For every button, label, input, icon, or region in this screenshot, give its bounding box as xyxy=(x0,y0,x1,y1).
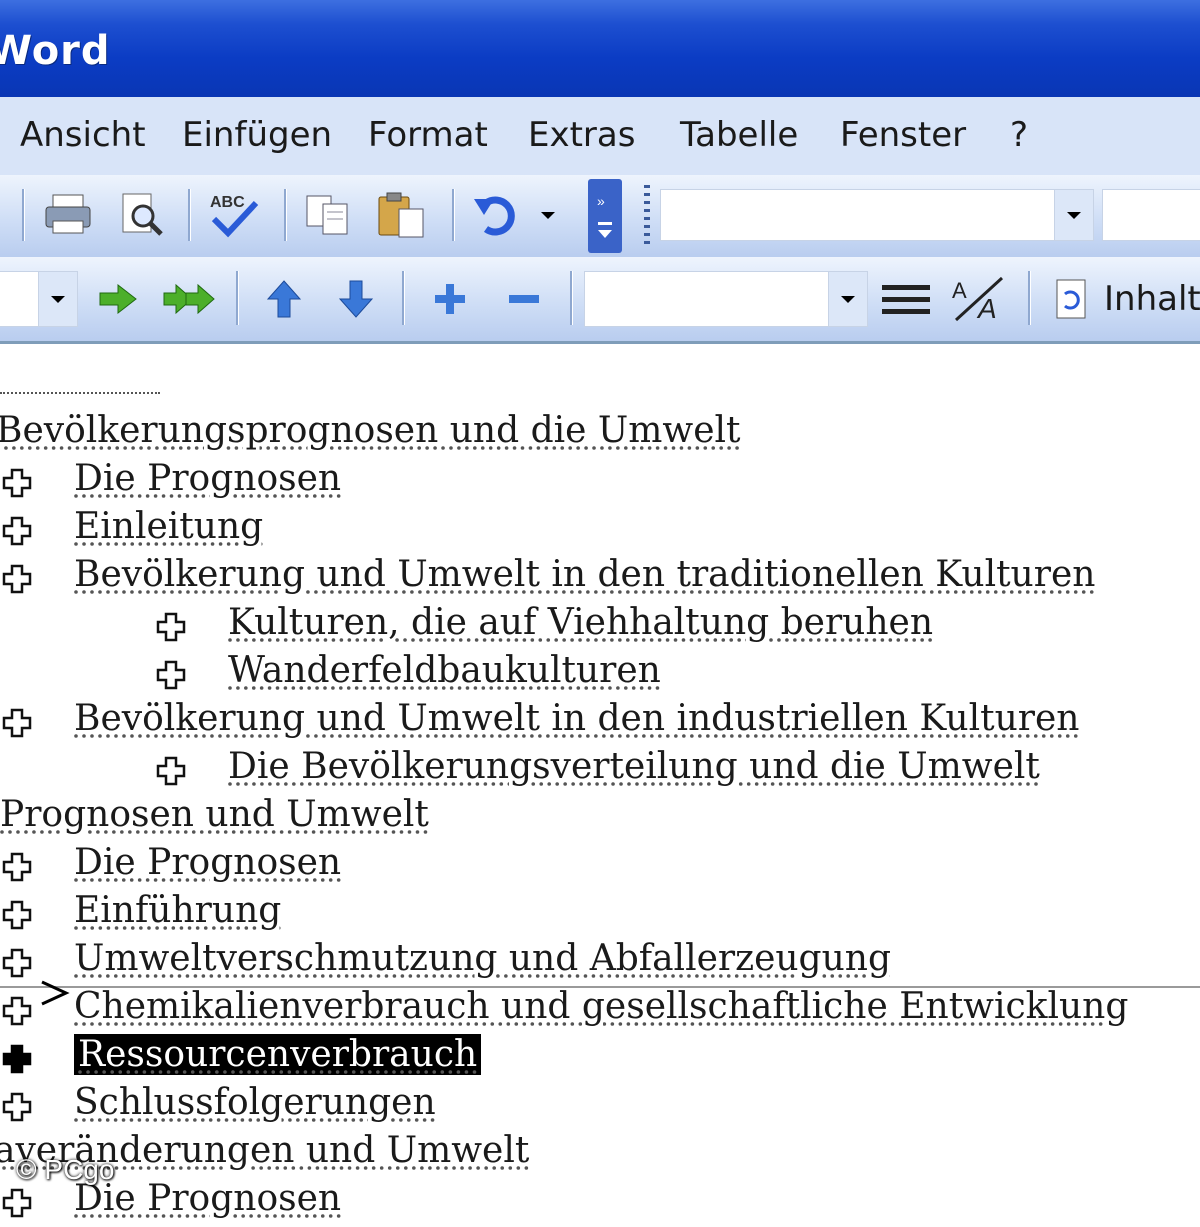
standard-toolbar: ABC » xyxy=(0,175,1200,257)
menu-ansicht[interactable]: Ansicht xyxy=(20,115,146,155)
document-outline: Bevölkerungsprognosen und die Umwelt Die… xyxy=(0,344,1200,1219)
outline-item[interactable]: Bevölkerung und Umwelt in den traditione… xyxy=(74,554,1095,595)
toolbar-separator xyxy=(284,189,287,241)
toolbar-separator xyxy=(236,271,239,325)
font-combo[interactable] xyxy=(660,189,1094,241)
menu-fenster[interactable]: Fenster xyxy=(840,115,966,155)
item-text: Umweltverschmutzung und Abfallerzeugung xyxy=(74,938,892,979)
undo-icon[interactable] xyxy=(468,187,524,243)
item-text: Bevölkerung und Umwelt in den industriel… xyxy=(74,698,1080,739)
outline-item[interactable]: Einleitung xyxy=(74,506,263,547)
outline-plus-icon[interactable] xyxy=(2,994,32,1026)
title-bar: Word xyxy=(0,0,1200,97)
collapse-minus-icon[interactable] xyxy=(498,273,550,325)
outline-item[interactable]: Wanderfeldbaukulturen xyxy=(228,650,661,691)
drag-arrow-icon xyxy=(40,974,70,1015)
paste-icon[interactable] xyxy=(372,185,432,245)
item-text: Bevölkerung und Umwelt in den traditione… xyxy=(74,554,1096,595)
toolbar-grip-icon[interactable] xyxy=(644,185,650,245)
item-text: Die Bevölkerungsverteilung und die Umwel… xyxy=(228,746,1040,787)
outline-plus-selected-icon[interactable] xyxy=(2,1042,32,1074)
item-text: Einleitung xyxy=(74,506,264,547)
menu-format[interactable]: Format xyxy=(368,115,488,155)
heading-text: Bevölkerungsprognosen und die Umwelt xyxy=(0,410,741,451)
update-toc-icon[interactable] xyxy=(1048,271,1094,327)
outline-item[interactable]: Die Prognosen xyxy=(74,458,341,499)
show-formatting-icon[interactable]: AA xyxy=(948,271,1012,327)
svg-text:A: A xyxy=(952,278,967,303)
update-toc-label[interactable]: Inhalts xyxy=(1104,279,1200,319)
svg-text:ABC: ABC xyxy=(210,194,245,211)
outline-plus-icon[interactable] xyxy=(2,898,32,930)
toolbar-separator xyxy=(570,271,573,325)
outline-plus-icon[interactable] xyxy=(2,466,32,498)
item-text: Die Prognosen xyxy=(74,458,342,499)
font-size-combo[interactable] xyxy=(1102,189,1200,241)
window-title: Word xyxy=(0,28,111,74)
move-down-arrow-icon[interactable] xyxy=(330,273,382,325)
toolbar-separator xyxy=(402,271,405,325)
move-up-arrow-icon[interactable] xyxy=(258,273,310,325)
outline-item[interactable]: Die Prognosen xyxy=(74,842,341,883)
toolbar-separator xyxy=(22,189,25,241)
outline-plus-icon[interactable] xyxy=(156,610,186,642)
chevron-down-icon[interactable] xyxy=(38,272,77,326)
outline-item[interactable]: Bevölkerung und Umwelt in den industriel… xyxy=(74,698,1080,739)
menu-help[interactable]: ? xyxy=(1010,115,1028,155)
item-text: Schlussfolgerungen xyxy=(74,1082,436,1123)
menu-extras[interactable]: Extras xyxy=(528,115,635,155)
undo-dropdown-chevron-down-icon[interactable] xyxy=(530,199,566,231)
item-text: Chemikalienverbrauch und gesellschaftlic… xyxy=(74,986,1129,1027)
outline-item[interactable]: Umweltverschmutzung und Abfallerzeugung xyxy=(74,938,891,979)
outline-plus-icon[interactable] xyxy=(2,514,32,546)
outline-plus-icon[interactable] xyxy=(2,1090,32,1122)
menu-tabelle[interactable]: Tabelle xyxy=(680,115,798,155)
outline-item[interactable]: Die Bevölkerungsverteilung und die Umwel… xyxy=(228,746,1040,787)
heading-text: Prognosen und Umwelt xyxy=(0,794,429,835)
demote-to-body-icon[interactable] xyxy=(160,273,222,325)
demote-arrow-icon[interactable] xyxy=(92,273,144,325)
outline-item[interactable]: Kulturen, die auf Viehhaltung beruhen xyxy=(228,602,933,643)
chevron-down-icon[interactable] xyxy=(828,272,867,326)
print-icon[interactable] xyxy=(40,187,96,243)
item-text: Wanderfeldbaukulturen xyxy=(228,650,661,691)
outline-item-selected[interactable]: Ressourcenverbrauch xyxy=(74,1034,482,1075)
item-text: Ressourcenverbrauch xyxy=(74,1034,482,1075)
print-preview-icon[interactable] xyxy=(114,187,170,243)
toolbar-separator xyxy=(452,189,455,241)
watermark: © PCgo xyxy=(16,1154,115,1185)
toolbar-overflow-icon[interactable]: » xyxy=(588,179,622,253)
copy-icon[interactable] xyxy=(300,187,356,243)
chevron-down-icon[interactable] xyxy=(1054,190,1093,240)
toolbar-separator xyxy=(1028,271,1031,325)
outline-item[interactable]: Schlussfolgerungen xyxy=(74,1082,436,1123)
svg-text:A: A xyxy=(976,293,997,324)
outline-item[interactable]: Chemikalienverbrauch und gesellschaftlic… xyxy=(74,986,1128,1027)
show-first-line-only-icon[interactable] xyxy=(876,273,936,325)
expand-plus-icon[interactable] xyxy=(424,273,476,325)
menu-einfuegen[interactable]: Einfügen xyxy=(182,115,332,155)
outline-plus-icon[interactable] xyxy=(156,754,186,786)
outline-plus-icon[interactable] xyxy=(2,946,32,978)
outline-heading[interactable]: Prognosen und Umwelt xyxy=(0,794,429,835)
show-level-combo[interactable] xyxy=(584,271,868,327)
style-combo[interactable] xyxy=(0,271,78,327)
menu-bar: Ansicht Einfügen Format Extras Tabelle F… xyxy=(0,97,1200,176)
item-text: Einführung xyxy=(74,890,282,931)
outline-plus-icon[interactable] xyxy=(2,562,32,594)
outline-plus-icon[interactable] xyxy=(2,706,32,738)
item-text: Die Prognosen xyxy=(74,842,342,883)
outline-plus-icon[interactable] xyxy=(2,1186,32,1218)
outline-toolbar: AA Inhalts xyxy=(0,257,1200,344)
spelling-icon[interactable]: ABC xyxy=(204,185,264,245)
prev-line-underline xyxy=(0,392,160,394)
item-text: Kulturen, die auf Viehhaltung beruhen xyxy=(228,602,934,643)
outline-plus-icon[interactable] xyxy=(156,658,186,690)
toolbar-separator xyxy=(188,189,191,241)
outline-plus-icon[interactable] xyxy=(2,850,32,882)
outline-item[interactable]: Einführung xyxy=(74,890,281,931)
svg-text:»: » xyxy=(597,193,605,209)
outline-heading[interactable]: Bevölkerungsprognosen und die Umwelt xyxy=(0,410,741,451)
